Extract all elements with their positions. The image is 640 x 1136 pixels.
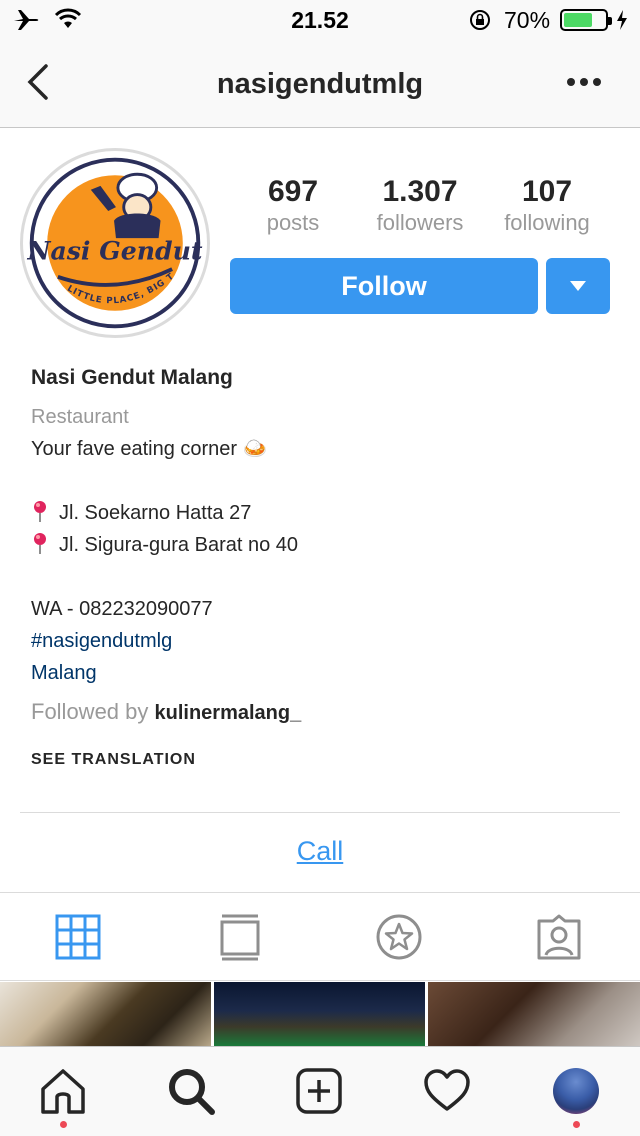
heart-icon[interactable] [423, 1067, 471, 1115]
stat-followers[interactable]: 1.307 followers [355, 174, 485, 236]
profile-display-name: Nasi Gendut Malang [31, 366, 233, 389]
followed-by-prefix: Followed by [31, 699, 149, 724]
bio-hashtag-link[interactable]: #nasigendutmlg [31, 627, 172, 655]
logo-text-nasi: Nasi Gendut [26, 235, 202, 265]
suggested-dropdown-button[interactable] [546, 258, 610, 314]
stat-posts-label: posts [266, 210, 320, 235]
post-thumbnail[interactable] [0, 982, 211, 1046]
post-thumbnail[interactable] [428, 982, 640, 1046]
nav-bar: nasigendutmlg [0, 40, 640, 128]
battery-icon [560, 9, 612, 31]
pin-icon [34, 501, 46, 522]
more-dots-icon[interactable] [560, 72, 608, 92]
bottom-nav-bar [0, 1046, 640, 1136]
tagged-user-icon[interactable] [535, 913, 583, 961]
charging-bolt-icon [617, 10, 627, 30]
nasi-gendut-logo: Nasi Gendut LITTLE PLACE, BIG TASTE [23, 151, 203, 329]
stat-following-value: 107 [521, 175, 573, 208]
bio-phone: WA - 082232090077 [31, 598, 213, 620]
bio-city-link[interactable]: Malang [31, 659, 97, 687]
bio-address-2: Jl. Sigura-gura Barat no 40 [31, 531, 298, 559]
see-translation-link[interactable]: SEE TRANSLATION [31, 746, 196, 774]
divider [20, 812, 620, 813]
battery-percent: 70% [504, 7, 551, 33]
status-bar: 21.52 70% [0, 0, 640, 40]
profile-notification-dot [573, 1121, 580, 1128]
profile-username-title: nasigendutmlg [216, 68, 424, 100]
search-icon[interactable] [167, 1067, 215, 1115]
post-thumbnail[interactable] [214, 982, 425, 1046]
star-icon[interactable] [375, 913, 423, 961]
stat-followers-label: followers [376, 210, 464, 235]
chevron-down-icon [570, 281, 586, 291]
stat-followers-value: 1.307 [382, 175, 458, 208]
home-icon[interactable] [39, 1067, 87, 1115]
grid-icon[interactable] [54, 913, 102, 961]
pin-icon [34, 533, 46, 554]
profile-avatar[interactable]: Nasi Gendut LITTLE PLACE, BIG TASTE [20, 148, 210, 338]
follow-button[interactable]: Follow [230, 258, 538, 314]
followed-by-line[interactable]: Followed by kulinermalang_ [31, 698, 301, 727]
feed-list-icon[interactable] [216, 913, 264, 961]
followed-by-user[interactable]: kulinermalang_ [155, 702, 302, 724]
bio-address-1: Jl. Soekarno Hatta 27 [31, 499, 251, 527]
stat-posts[interactable]: 697 posts [228, 174, 358, 236]
add-post-icon[interactable] [295, 1067, 343, 1115]
stat-following[interactable]: 107 following [482, 174, 612, 236]
profile-avatar-tab[interactable] [553, 1068, 599, 1114]
stat-following-label: following [504, 210, 590, 235]
home-notification-dot [60, 1121, 67, 1128]
stat-posts-value: 697 [267, 175, 319, 208]
bio-tagline: Your fave eating corner 🍛 [31, 438, 268, 460]
orientation-lock-icon [470, 10, 490, 30]
call-button[interactable]: Call [0, 836, 640, 867]
profile-tabs [0, 893, 640, 981]
profile-category: Restaurant [31, 406, 129, 428]
